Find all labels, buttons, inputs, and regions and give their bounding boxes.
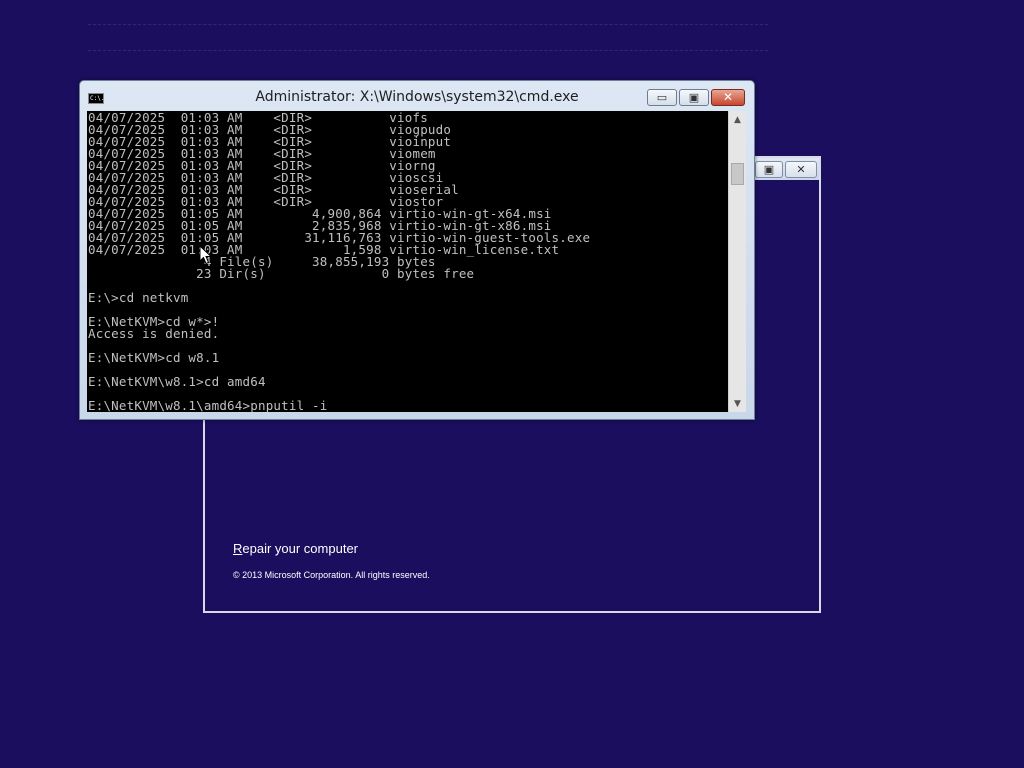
cmd-titlebar[interactable]: C:\. Administrator: X:\Windows\system32\… [80, 81, 754, 111]
desktop-background: ▣ ✕ Repair your computer © 2013 Microsof… [0, 0, 1024, 768]
repair-link-text: epair your computer [242, 541, 359, 556]
scroll-up-arrow-icon[interactable]: ▲ [729, 111, 746, 128]
background-artifact-line [88, 50, 768, 51]
console-line: Access is denied. [88, 326, 220, 341]
restore-icon: ▣ [763, 163, 775, 176]
console-line: E:\NetKVM>cd w8.1 [88, 350, 220, 365]
vertical-scrollbar[interactable]: ▲ ▼ [728, 111, 746, 412]
maximize-icon: ▣ [688, 91, 700, 104]
copyright-text: © 2013 Microsoft Corporation. All rights… [233, 570, 430, 580]
setup-close-button[interactable]: ✕ [785, 161, 817, 178]
console-line: 23 Dir(s) 0 bytes free [88, 266, 475, 281]
cmd-window: C:\. Administrator: X:\Windows\system32\… [79, 80, 755, 420]
console-output[interactable]: 04/07/2025 01:03 AM <DIR> viofs 04/07/202… [87, 111, 728, 412]
mouse-pointer-icon [199, 245, 213, 265]
scroll-down-arrow-icon[interactable]: ▼ [729, 395, 746, 412]
setup-content: Repair your computer © 2013 Microsoft Co… [233, 541, 430, 580]
scrollbar-thumb[interactable] [731, 163, 744, 185]
console-lines: 04/07/2025 01:03 AM <DIR> viofs 04/07/202… [87, 111, 590, 412]
console-line: E:\>cd netkvm [88, 290, 189, 305]
repair-your-computer-link[interactable]: Repair your computer [233, 541, 430, 556]
minimize-button[interactable]: ▭ [647, 89, 677, 106]
setup-restore-button[interactable]: ▣ [755, 161, 783, 178]
console-line: E:\NetKVM\w8.1>cd amd64 [88, 374, 266, 389]
close-icon: ✕ [722, 90, 734, 104]
close-button[interactable]: ✕ [711, 89, 745, 106]
close-icon: ✕ [796, 163, 806, 176]
console-line: E:\NetKVM\w8.1\amd64>pnputil -i [88, 398, 328, 412]
maximize-button[interactable]: ▣ [679, 89, 709, 106]
background-artifact-line [88, 24, 768, 25]
minimize-icon: ▭ [656, 91, 668, 104]
repair-link-access-key: R [233, 541, 243, 556]
